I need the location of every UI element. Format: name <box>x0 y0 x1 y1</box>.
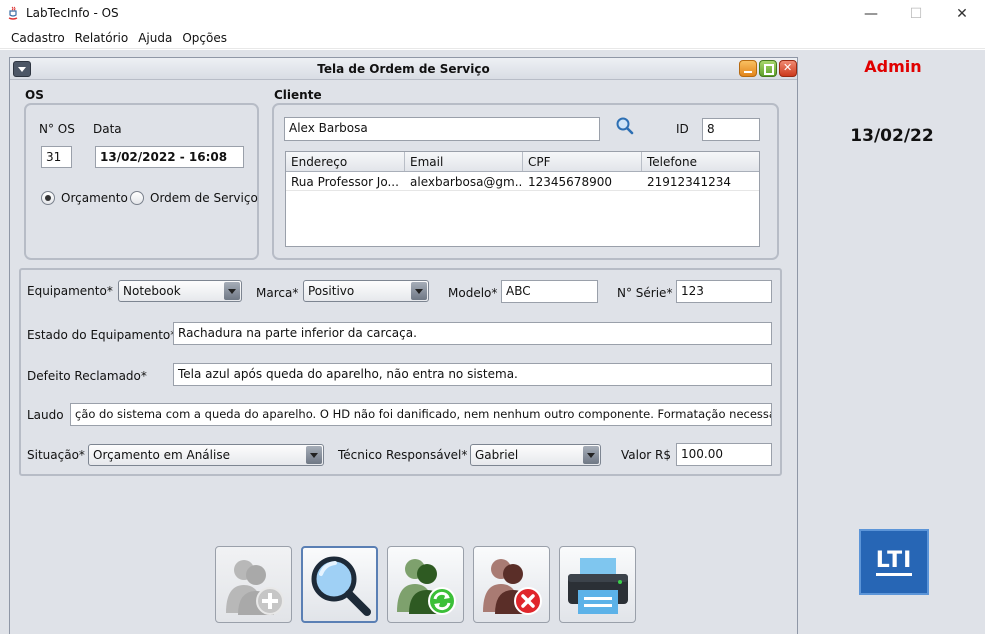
serie-field[interactable]: 123 <box>676 280 772 303</box>
logo-text: LTI <box>875 548 913 576</box>
table-row[interactable]: Rua Professor Jo... alexbarbosa@gm... 12… <box>286 173 759 191</box>
cell-email: alexbarbosa@gm... <box>410 175 523 189</box>
minimize-button[interactable]: — <box>848 0 894 28</box>
column-telefone[interactable]: Telefone <box>642 152 759 171</box>
search-os-button[interactable] <box>301 546 378 623</box>
os-section-title: OS <box>25 88 44 102</box>
menu-cadastro[interactable]: Cadastro <box>6 28 70 48</box>
laudo-label: Laudo <box>27 408 64 422</box>
os-number-field[interactable]: 31 <box>41 146 72 168</box>
os-date-label: Data <box>93 122 122 136</box>
window-title: LabTecInfo - OS <box>26 6 119 20</box>
defeito-label: Defeito Reclamado* <box>27 369 147 383</box>
print-os-button[interactable] <box>559 546 636 623</box>
column-cpf[interactable]: CPF <box>523 152 642 171</box>
client-search-input[interactable]: Alex Barbosa <box>284 117 600 141</box>
serie-label: N° Série* <box>617 286 673 300</box>
user-refresh-icon <box>396 558 456 615</box>
equipamento-label: Equipamento* <box>27 284 113 298</box>
valor-field[interactable]: 100.00 <box>676 443 772 466</box>
chevron-down-icon <box>411 282 427 300</box>
tecnico-value: Gabriel <box>475 448 519 462</box>
add-os-button[interactable] <box>215 546 292 623</box>
column-endereco[interactable]: Endereço <box>286 152 405 171</box>
column-email[interactable]: Email <box>405 152 523 171</box>
radio-ordem-servico[interactable] <box>130 191 144 205</box>
date-label: 13/02/22 <box>850 126 934 146</box>
menu-relatorio[interactable]: Relatório <box>70 28 134 48</box>
user-label: Admin <box>864 57 922 76</box>
equipamento-value: Notebook <box>123 284 181 298</box>
radio-orcamento[interactable] <box>41 191 55 205</box>
cell-cpf: 12345678900 <box>528 175 612 189</box>
client-id-field[interactable]: 8 <box>702 118 760 141</box>
menu-bar: Cadastro Relatório Ajuda Opções <box>0 28 985 49</box>
radio-orcamento-label[interactable]: Orçamento <box>61 191 128 205</box>
client-id-label: ID <box>676 122 689 136</box>
user-delete-icon <box>482 558 542 615</box>
cell-endereco: Rua Professor Jo... <box>291 175 399 189</box>
os-internal-frame: Tela de Ordem de Serviço OS N° OS Data 3… <box>9 57 798 634</box>
menu-opcoes[interactable]: Opções <box>177 28 232 48</box>
window-titlebar: LabTecInfo - OS — ☐ ✕ <box>0 0 985 28</box>
frame-titlebar: Tela de Ordem de Serviço <box>10 58 797 80</box>
os-date-field[interactable]: 13/02/2022 - 16:08 <box>95 146 244 168</box>
table-header: Endereço Email CPF Telefone <box>286 152 759 172</box>
delete-os-button[interactable] <box>473 546 550 623</box>
frame-minimize-button[interactable] <box>739 60 757 77</box>
menu-ajuda[interactable]: Ajuda <box>133 28 177 48</box>
client-table[interactable]: Endereço Email CPF Telefone Rua Professo… <box>285 151 760 247</box>
tecnico-select[interactable]: Gabriel <box>470 444 601 466</box>
modelo-label: Modelo* <box>448 286 498 300</box>
chevron-down-icon <box>306 446 322 464</box>
radio-ordem-servico-label[interactable]: Ordem de Serviço <box>150 191 258 205</box>
os-number-label: N° OS <box>39 122 75 136</box>
tecnico-label: Técnico Responsável* <box>338 448 468 462</box>
estado-label: Estado do Equipamento* <box>27 328 177 342</box>
desktop-pane: Admin 13/02/22 LTI Tela de Ordem de Serv… <box>0 50 985 634</box>
printer-icon <box>567 557 628 614</box>
equipamento-select[interactable]: Notebook <box>118 280 242 302</box>
user-add-icon <box>225 559 284 615</box>
close-button[interactable]: ✕ <box>939 0 985 28</box>
frame-close-button[interactable] <box>779 60 797 77</box>
chevron-down-icon <box>224 282 240 300</box>
situacao-label: Situação* <box>27 448 85 462</box>
valor-label: Valor R$ <box>621 448 672 462</box>
magnifier-icon <box>311 556 371 616</box>
situacao-select[interactable]: Orçamento em Análise <box>88 444 324 466</box>
situacao-value: Orçamento em Análise <box>93 448 230 462</box>
lti-logo: LTI <box>859 529 929 595</box>
frame-maximize-button[interactable] <box>759 60 777 77</box>
estado-field[interactable]: Rachadura na parte inferior da carcaça. <box>173 322 772 345</box>
frame-title: Tela de Ordem de Serviço <box>317 62 490 76</box>
modelo-field[interactable]: ABC <box>501 280 598 303</box>
marca-label: Marca* <box>256 286 299 300</box>
marca-select[interactable]: Positivo <box>303 280 429 302</box>
cliente-section-title: Cliente <box>274 88 322 102</box>
defeito-field[interactable]: Tela azul após queda do aparelho, não en… <box>173 363 772 386</box>
laudo-field[interactable]: ção do sistema com a queda do aparelho. … <box>70 403 772 426</box>
marca-value: Positivo <box>308 284 355 298</box>
chevron-down-icon <box>583 446 599 464</box>
update-os-button[interactable] <box>387 546 464 623</box>
java-icon <box>8 6 18 20</box>
cell-telefone: 21912341234 <box>647 175 731 189</box>
search-icon[interactable] <box>615 116 635 136</box>
maximize-button[interactable]: ☐ <box>893 0 939 28</box>
